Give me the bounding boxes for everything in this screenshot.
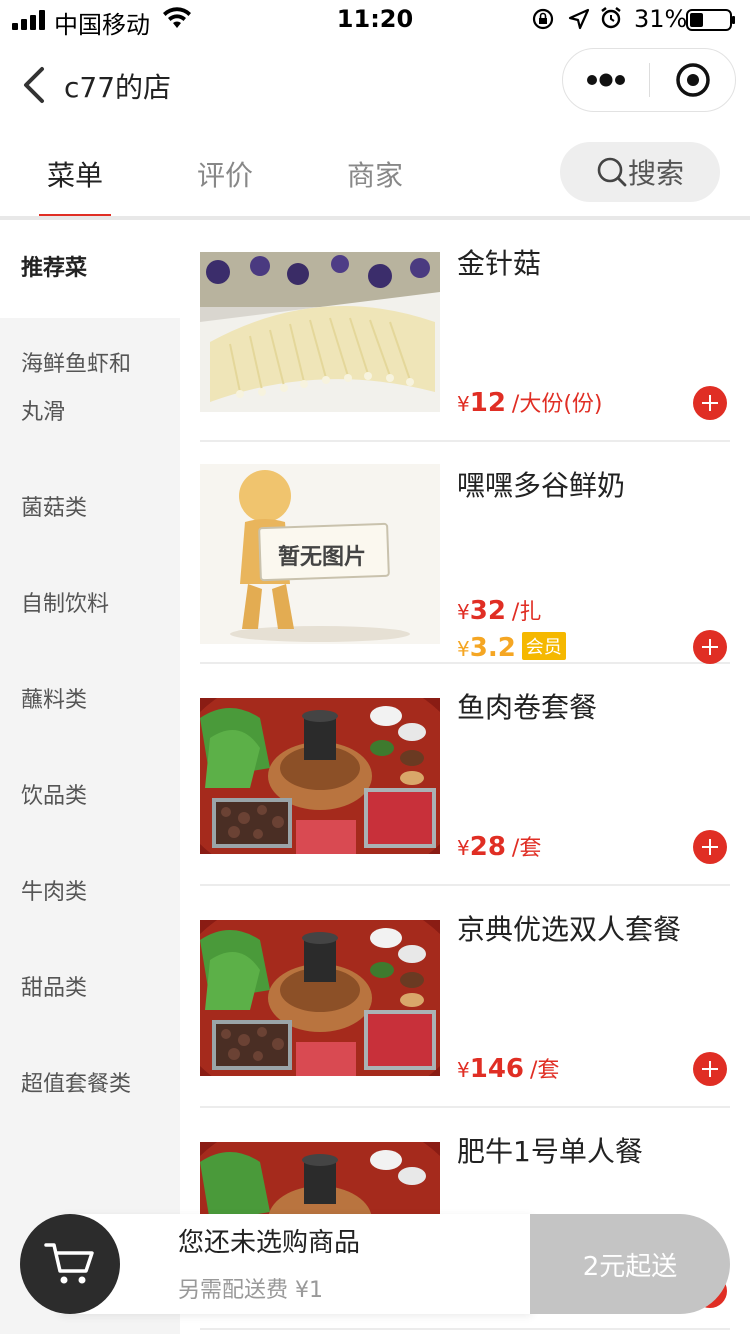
category-label: 甜品类 bbox=[21, 976, 88, 1001]
product-item[interactable]: 鱼肉卷套餐 ¥28/套 bbox=[200, 664, 730, 886]
rotation-lock-icon bbox=[532, 8, 554, 30]
price-amount: 12 bbox=[469, 388, 506, 418]
cart-summary[interactable]: 您还未选购商品 另需配送费 ¥1 bbox=[60, 1214, 532, 1314]
category-item-homemade-drinks[interactable]: 自制饮料 bbox=[0, 581, 180, 629]
page-title: c77的店 bbox=[64, 71, 172, 104]
product-price: ¥28/套 bbox=[457, 830, 541, 862]
no-image-text: 暂无图片 bbox=[278, 545, 367, 570]
category-label: 蘸料类 bbox=[21, 688, 88, 713]
location-arrow-icon bbox=[568, 8, 590, 30]
price-amount: 32 bbox=[469, 596, 506, 626]
search-label: 搜索 bbox=[628, 157, 685, 190]
price-amount: 28 bbox=[469, 832, 506, 862]
price-unit: /套 bbox=[530, 1058, 560, 1083]
currency-symbol: ¥ bbox=[457, 1058, 470, 1082]
product-name: 京典优选双人套餐 bbox=[457, 913, 682, 946]
price-amount: 146 bbox=[469, 1054, 525, 1084]
nav-bar: c77的店 bbox=[0, 40, 750, 130]
category-item-value-sets[interactable]: 超值套餐类 bbox=[0, 1061, 180, 1109]
product-price: ¥146/套 bbox=[457, 1052, 559, 1084]
product-price: ¥12/大份(份) bbox=[457, 386, 603, 418]
category-item-desserts[interactable]: 甜品类 bbox=[0, 965, 180, 1013]
close-button[interactable] bbox=[650, 49, 736, 111]
category-label: 推荐菜 bbox=[21, 256, 88, 281]
category-item-recommended[interactable]: 推荐菜 bbox=[0, 220, 180, 318]
back-icon[interactable] bbox=[20, 66, 46, 104]
product-name: 嘿嘿多谷鲜奶 bbox=[457, 469, 626, 502]
category-label: 自制饮料 bbox=[21, 592, 110, 617]
member-badge: 会员 bbox=[521, 632, 566, 660]
category-label: 饮品类 bbox=[21, 784, 88, 809]
tab-bar: 菜单 评价 商家 搜索 bbox=[0, 130, 750, 218]
add-to-cart-button[interactable] bbox=[693, 1052, 727, 1086]
member-price-amount: 3.2 bbox=[469, 633, 516, 663]
more-icon bbox=[587, 73, 625, 87]
tab-merchant[interactable]: 商家 bbox=[347, 154, 403, 194]
product-name: 鱼肉卷套餐 bbox=[457, 691, 598, 724]
search-button[interactable]: 搜索 bbox=[560, 142, 720, 202]
hotpot-set-photo bbox=[200, 920, 440, 1076]
delivery-fee: 另需配送费 ¥1 bbox=[178, 1278, 323, 1303]
add-to-cart-button[interactable] bbox=[693, 630, 727, 664]
product-item[interactable]: 暂无图片 嘿嘿多谷鲜奶 ¥32/扎 ¥3.2 会员 bbox=[200, 442, 730, 664]
search-icon bbox=[597, 157, 627, 187]
category-item-beef[interactable]: 牛肉类 bbox=[0, 869, 180, 917]
category-item-dipping-sauce[interactable]: 蘸料类 bbox=[0, 677, 180, 725]
product-name: 金针菇 bbox=[457, 247, 542, 280]
battery-icon bbox=[686, 9, 735, 31]
product-list: 金针菇 ¥12/大份(份) 暂无图片 嘿嘿多谷鲜奶 ¥32/扎 ¥3.2会员 bbox=[180, 220, 750, 1334]
currency-symbol: ¥ bbox=[457, 392, 470, 416]
category-sidebar: 推荐菜 海鲜鱼虾和丸滑 菌菇类 自制饮料 蘸料类 饮品类 牛肉类 甜品类 超值套… bbox=[0, 220, 180, 1334]
currency-symbol: ¥ bbox=[457, 836, 470, 860]
no-image-placeholder: 暂无图片 bbox=[200, 464, 440, 644]
cart-button[interactable] bbox=[20, 1214, 120, 1314]
product-item[interactable]: 京典优选双人套餐 ¥146/套 bbox=[200, 886, 730, 1108]
price-unit: /套 bbox=[511, 836, 542, 861]
add-to-cart-button[interactable] bbox=[693, 386, 727, 420]
enoki-mushroom-photo bbox=[200, 252, 440, 412]
close-target-icon bbox=[676, 63, 710, 97]
category-item-beverages[interactable]: 饮品类 bbox=[0, 773, 180, 821]
category-label: 牛肉类 bbox=[21, 880, 88, 905]
price-unit: /扎 bbox=[511, 600, 542, 625]
tab-menu[interactable]: 菜单 bbox=[47, 154, 103, 194]
mini-program-capsule bbox=[562, 48, 736, 112]
currency-symbol: ¥ bbox=[457, 600, 470, 624]
battery-percent: 31% bbox=[634, 5, 688, 33]
min-order-label: 2元起送 bbox=[582, 1251, 678, 1282]
more-button[interactable] bbox=[563, 49, 649, 111]
product-item[interactable]: 金针菇 ¥12/大份(份) bbox=[200, 220, 730, 442]
min-order-button[interactable]: 2元起送 bbox=[530, 1214, 730, 1314]
hotpot-set-photo bbox=[200, 698, 440, 854]
tab-reviews[interactable]: 评价 bbox=[197, 154, 253, 194]
member-price: ¥3.2 会员 bbox=[457, 632, 566, 663]
category-label: 菌菇类 bbox=[21, 496, 88, 521]
currency-symbol: ¥ bbox=[457, 637, 470, 661]
product-name: 肥牛1号单人餐 bbox=[457, 1135, 643, 1168]
cart-bar: 您还未选购商品 另需配送费 ¥1 2元起送 bbox=[20, 1214, 730, 1314]
add-to-cart-button[interactable] bbox=[693, 830, 727, 864]
category-item-seafood[interactable]: 海鲜鱼虾和丸滑 bbox=[0, 341, 180, 437]
category-item-mushroom[interactable]: 菌菇类 bbox=[0, 485, 180, 533]
category-label: 超值套餐类 bbox=[21, 1072, 132, 1097]
alarm-icon bbox=[601, 7, 621, 29]
status-bar: 中国移动 11:20 31% bbox=[0, 0, 750, 40]
product-price: ¥32/扎 bbox=[457, 594, 541, 626]
category-label: 海鲜鱼虾和丸滑 bbox=[21, 352, 132, 425]
shopping-cart-icon bbox=[44, 1243, 94, 1284]
cart-empty-message: 您还未选购商品 bbox=[178, 1228, 361, 1258]
price-unit: /大份(份) bbox=[511, 392, 603, 417]
